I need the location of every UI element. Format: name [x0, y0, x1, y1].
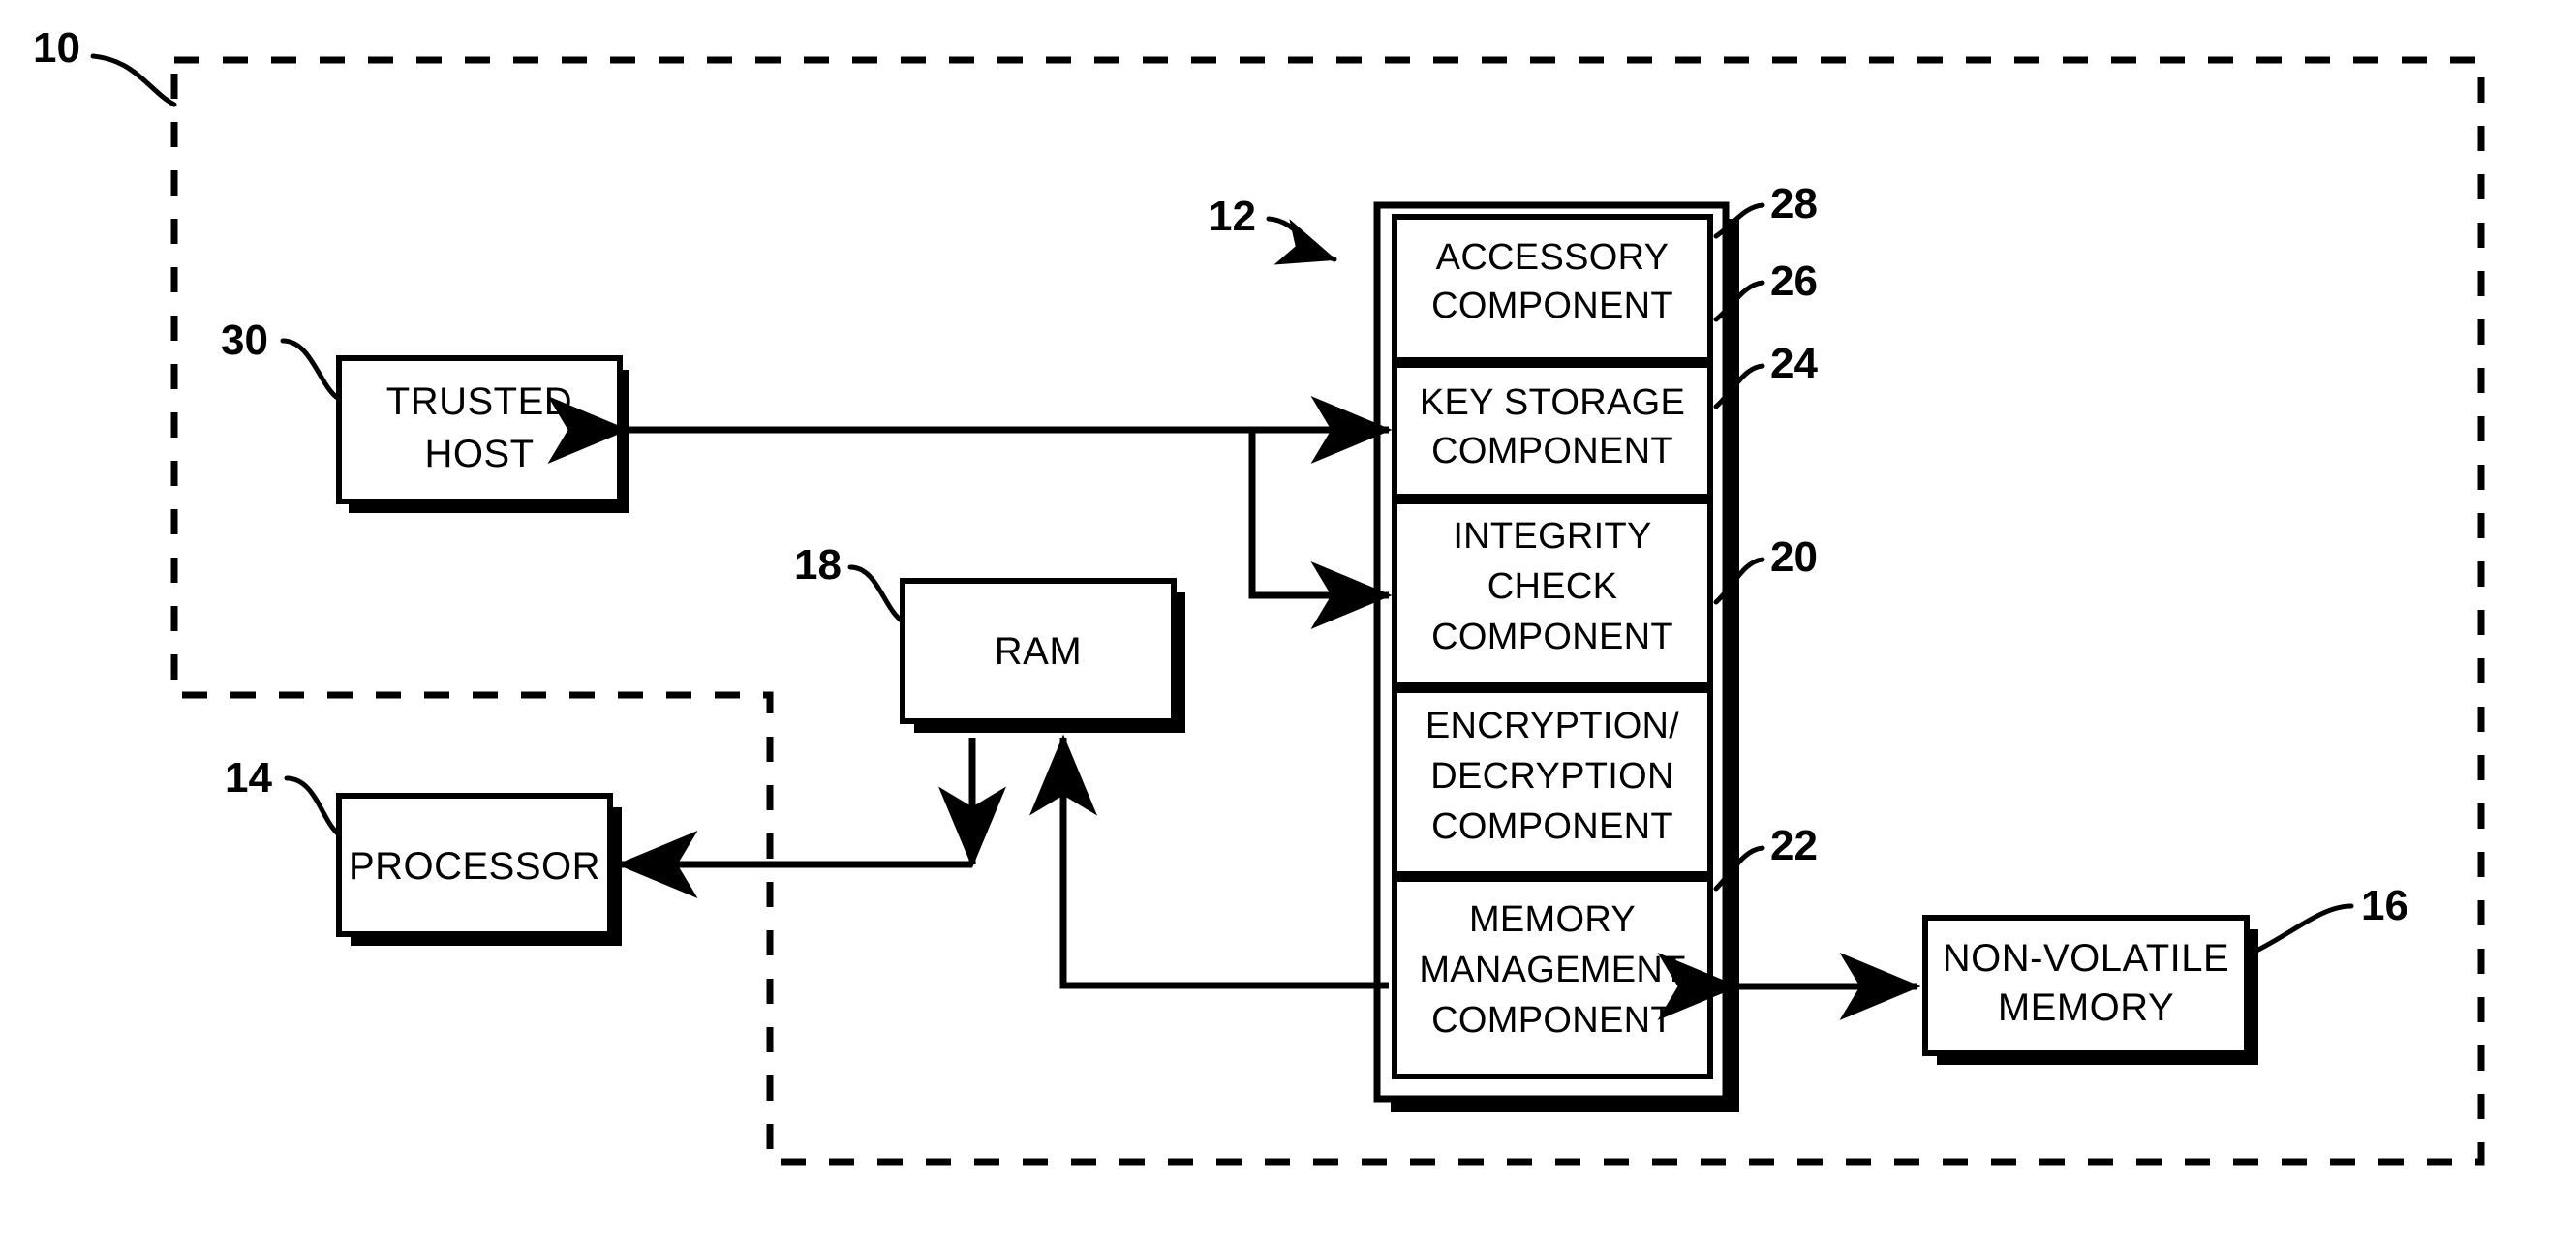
key-storage-component-label-line2: COMPONENT [1431, 431, 1673, 471]
encryption-decryption-component-label-line1: ENCRYPTION/ [1426, 706, 1679, 746]
ref-numeral-16: 16 [2361, 882, 2408, 929]
leader-arrow-12 [1266, 216, 1337, 265]
ref-numeral-28: 28 [1770, 180, 1818, 227]
connector-memory-management-to-ram [1029, 734, 1389, 989]
memory-management-component-label-line2: MANAGEMENT [1419, 950, 1685, 990]
ref-numeral-26: 26 [1770, 257, 1818, 305]
connector-branch-to-integrity-check [1248, 430, 1393, 629]
ref-numeral-18: 18 [794, 541, 842, 589]
key-storage-component-label-line1: KEY STORAGE [1420, 382, 1685, 423]
leader-line-16 [2254, 903, 2354, 954]
memory-management-component-label-line1: MEMORY [1469, 899, 1636, 940]
processor-label: PROCESSOR [349, 845, 600, 888]
trusted-host-label-line2: HOST [424, 433, 534, 475]
leader-line-14 [284, 775, 342, 837]
ref-numeral-12: 12 [1209, 193, 1256, 240]
integrity-check-component-label-line1: INTEGRITY [1453, 516, 1651, 557]
leader-line-10 [90, 53, 177, 107]
encryption-decryption-component-label-line2: DECRYPTION [1430, 756, 1673, 797]
non-volatile-memory-label-line2: MEMORY [1998, 986, 2174, 1029]
non-volatile-memory-label-line1: NON-VOLATILE [1943, 937, 2229, 980]
ref-numeral-22: 22 [1770, 822, 1818, 869]
ref-numeral-24: 24 [1770, 340, 1818, 387]
accessory-component-label-line2: COMPONENT [1431, 286, 1673, 326]
ref-numeral-30: 30 [221, 317, 268, 364]
leader-line-18 [847, 564, 905, 624]
figure-svg: 10 TRUSTED HOST 30 RAM 18 PROCESSOR 14 N… [33, 24, 2485, 1166]
leader-line-30 [280, 338, 342, 402]
integrity-check-component-label-line2: CHECK [1487, 566, 1618, 607]
patent-figure-canvas: 10 TRUSTED HOST 30 RAM 18 PROCESSOR 14 N… [0, 0, 2576, 1242]
ref-numeral-20: 20 [1770, 533, 1818, 581]
ref-numeral-14: 14 [225, 754, 272, 802]
accessory-component-label-line1: ACCESSORY [1436, 237, 1670, 278]
encryption-decryption-component-label-line3: COMPONENT [1431, 806, 1673, 847]
ref-numeral-10: 10 [33, 24, 80, 72]
ram-label: RAM [995, 630, 1082, 673]
trusted-host-label-line1: TRUSTED [386, 380, 572, 423]
integrity-check-component-label-line3: COMPONENT [1431, 617, 1673, 657]
memory-management-component-label-line3: COMPONENT [1431, 1000, 1673, 1041]
